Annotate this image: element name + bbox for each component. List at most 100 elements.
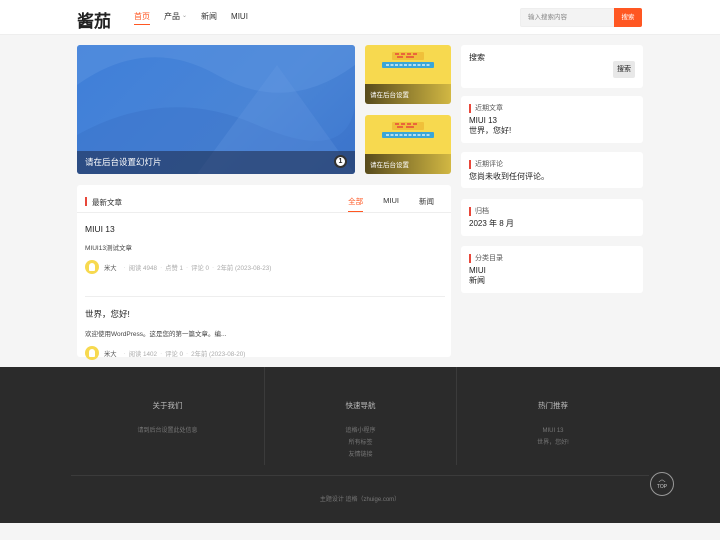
tab-all[interactable]: 全部 (348, 196, 364, 212)
search-button[interactable]: 搜索 (614, 8, 642, 27)
latest-posts-header: 最新文章 全部 MIUI 新闻 (77, 185, 451, 213)
footer-link[interactable]: 追格小程序 (265, 425, 456, 437)
list-item: MIUI 13 MIUI13测试文章 米大 · 阅读 4948 · 点赞 1 ·… (85, 224, 445, 274)
footer-column-title: 快速导航 (345, 401, 376, 410)
archives-widget: 归档 2023 年 8 月 (461, 199, 643, 236)
meta-separator: · (186, 349, 189, 357)
post-views: 阅读 1402 (128, 350, 158, 358)
post-title[interactable]: MIUI 13 (85, 224, 445, 234)
section-marker (469, 160, 471, 169)
nav-item-products[interactable]: 产品 ⌄ (164, 0, 187, 35)
slider-page-indicator[interactable]: 1 (334, 155, 347, 168)
site-footer: 关于我们 请到后台设置此处信息 快速导航 追格小程序 所有标签 友情链接 热门推… (0, 367, 720, 523)
widget-title: 近期评论 (475, 161, 503, 168)
tab-miui[interactable]: MIUI (383, 196, 399, 212)
slider-caption: 请在后台设置幻灯片 (85, 157, 162, 167)
widget-search-button[interactable]: 搜索 (613, 61, 635, 78)
footer-link[interactable]: 友情链接 (265, 449, 456, 461)
footer-column-about: 关于我们 请到后台设置此处信息 (71, 367, 264, 465)
widget-title: 分类目录 (475, 255, 503, 262)
recent-post-link[interactable]: MIUI 13 (469, 116, 511, 126)
chevron-up-icon: ︿ (658, 476, 666, 483)
post-author[interactable]: 米大 (104, 263, 117, 272)
search-widget: 搜索 搜索 (461, 45, 643, 88)
nav-item-miui[interactable]: MIUI (231, 0, 248, 35)
latest-posts-panel: 最新文章 全部 MIUI 新闻 MIUI 13 MIUI13测试文章 米大 · … (77, 185, 451, 360)
meta-separator: · (212, 263, 215, 271)
footer-copyright[interactable]: 主题设计 追格（zhuige.com） (0, 494, 720, 503)
post-excerpt: 欢迎使用WordPress。这是您的第一篇文章。编... (85, 331, 227, 338)
section-marker (469, 104, 471, 113)
footer-column-title: 热门推荐 (538, 401, 568, 410)
post-comments: 评论 0 (191, 264, 209, 272)
category-link[interactable]: 新闻 (469, 276, 486, 286)
chevron-down-icon: ⌄ (182, 13, 188, 19)
site-header: 酱茄 首页 产品 ⌄ 新闻 MIUI 输入搜索内容 搜索 (0, 0, 720, 35)
footer-link[interactable]: MIUI 13 (457, 425, 649, 437)
thumbnail-logo-image (365, 121, 451, 144)
footer-column-text: MIUI 13 世界，您好! (457, 425, 649, 449)
nav-item-news[interactable]: 新闻 (201, 0, 217, 35)
meta-separator: · (123, 263, 126, 271)
site-logo[interactable]: 酱茄 (77, 7, 111, 32)
hero-slider[interactable]: 请在后台设置幻灯片 1 (77, 45, 355, 174)
post-views: 阅读 4948 (128, 264, 158, 272)
widget-body: MIUI 新闻 (469, 266, 486, 286)
section-marker (469, 207, 471, 216)
footer-link[interactable]: 所有标签 (265, 437, 456, 449)
section-title: 最新文章 (92, 198, 122, 207)
recent-posts-widget: 近期文章 MIUI 13 世界，您好! (461, 96, 643, 143)
section-marker (469, 254, 471, 263)
post-comments: 评论 0 (165, 350, 184, 358)
meta-separator: · (160, 263, 163, 271)
recent-comments-widget: 近期评论 您尚未收到任何评论。 (461, 152, 643, 188)
nav-item-label: 产品 (164, 12, 180, 21)
post-time: 2年前 (2023-08-20) (191, 350, 246, 358)
meta-separator: · (186, 263, 189, 271)
nav-item-home[interactable]: 首页 (134, 0, 150, 35)
recent-post-link[interactable]: 世界，您好! (469, 126, 511, 136)
footer-column-title: 关于我们 (152, 401, 183, 410)
search-input[interactable]: 输入搜索内容 (520, 8, 614, 27)
footer-link[interactable]: 世界，您好! (457, 437, 649, 449)
meta-separator: · (123, 349, 126, 357)
post-author[interactable]: 米大 (104, 349, 117, 358)
featured-thumbnail[interactable]: 请在后台设置 (365, 45, 451, 104)
footer-text-line: 请到后台设置此处信息 (137, 428, 198, 434)
main-nav: 首页 产品 ⌄ 新闻 MIUI (134, 0, 262, 35)
post-title[interactable]: 世界，您好! (85, 308, 445, 320)
post-meta: 米大 · 阅读 1402 · 评论 0 · 2年前 (2023-08-20) (85, 346, 445, 360)
footer-column-text: 请到后台设置此处信息 (71, 425, 264, 437)
post-likes: 点赞 1 (165, 264, 184, 272)
widget-body: MIUI 13 世界，您好! (469, 116, 511, 136)
category-link[interactable]: MIUI (469, 266, 486, 276)
footer-column-text: 追格小程序 所有标签 友情链接 (265, 425, 456, 461)
widget-title: 近期文章 (475, 105, 503, 112)
footer-divider (71, 475, 649, 476)
thumbnail-art (382, 122, 434, 138)
footer-column-hot: 热门推荐 MIUI 13 世界，您好! (457, 367, 649, 465)
post-time: 2年前 (2023-08-23) (217, 264, 272, 272)
thumbnail-caption: 请在后台设置 (370, 162, 409, 169)
thumbnail-art (382, 52, 434, 68)
post-tabs: 全部 MIUI 新闻 (328, 196, 434, 212)
categories-widget: 分类目录 MIUI 新闻 (461, 246, 643, 293)
widget-title: 归档 (475, 208, 489, 215)
archive-link[interactable]: 2023 年 8 月 (469, 219, 514, 229)
post-excerpt: MIUI13测试文章 (85, 245, 132, 252)
widget-title: 搜索 (469, 53, 485, 62)
thumbnail-logo-image (365, 51, 451, 74)
back-to-top-button[interactable]: ︿ TOP (650, 472, 674, 496)
page-bottom-strip (0, 523, 720, 540)
widget-body: 2023 年 8 月 (469, 219, 514, 229)
thumbnail-caption: 请在后台设置 (370, 92, 409, 99)
widget-body: 您尚未收到任何评论。 (469, 172, 549, 181)
post-meta: 米大 · 阅读 4948 · 点赞 1 · 评论 0 · 2年前 (2023-0… (85, 260, 445, 274)
footer-column-quicknav: 快速导航 追格小程序 所有标签 友情链接 (264, 367, 457, 465)
avatar[interactable] (85, 346, 99, 360)
tab-news[interactable]: 新闻 (419, 196, 434, 212)
section-marker (85, 197, 87, 206)
meta-separator: · (160, 349, 163, 357)
avatar[interactable] (85, 260, 99, 274)
featured-thumbnail[interactable]: 请在后台设置 (365, 115, 451, 174)
